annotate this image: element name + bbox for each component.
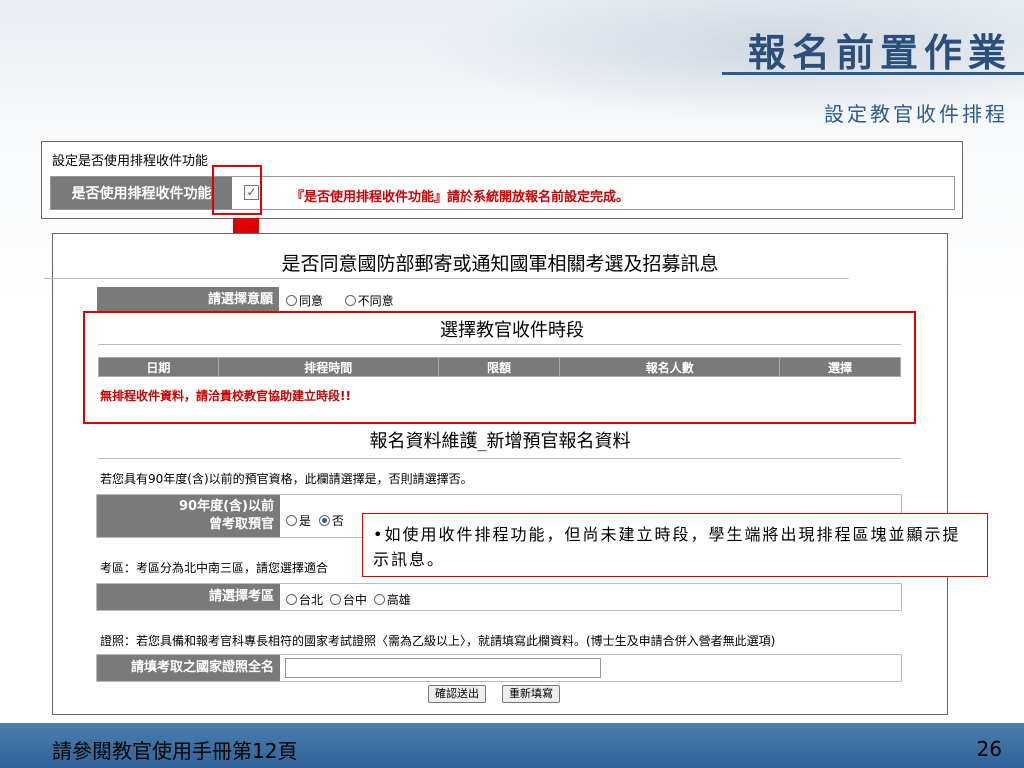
q1-text: 若您具有90年度(含)以前的預官資格，此欄請選擇是，否則請選擇否。	[100, 472, 473, 486]
region-kaohsiung-radio[interactable]	[373, 594, 385, 605]
schedule-setting-panel: 設定是否使用排程收件功能 是否使用排程收件功能 ✓ 『是否使用排程收件功能』請於…	[41, 141, 963, 219]
col-select: 選擇	[779, 357, 901, 377]
q1-no-label: 否	[331, 514, 344, 528]
col-count: 報名人數	[559, 357, 781, 377]
q1-label-line2: 曾考取預官	[208, 517, 274, 532]
region-taipei-radio[interactable]	[286, 594, 297, 605]
q1-yes-label: 是	[299, 514, 312, 528]
footer-bar: 請參閱教官使用手冊第12頁 26	[0, 723, 1024, 768]
region-taichung-radio[interactable]	[329, 594, 341, 605]
q1-row-label: 90年度(含)以前 曾考取預官	[97, 495, 280, 537]
col-quota: 限額	[437, 357, 561, 377]
cert-text: 證照：若您具備和報考官科專長相符的國家考試證照〈需為乙級以上〉，就請填寫此欄資料…	[100, 634, 776, 648]
schedule-setting-row: 是否使用排程收件功能 ✓ 『是否使用排程收件功能』請於系統開放報名前設定完成。	[50, 176, 955, 210]
region-text: 考區：考區分為北中南三區，請您選擇適合	[100, 561, 329, 575]
col-date: 日期	[98, 357, 219, 377]
period-table: 日期 排程時間 限額 報名人數 選擇	[98, 357, 901, 377]
checkbox-highlight-box	[212, 165, 262, 215]
consent-disagree-radio[interactable]	[344, 295, 356, 306]
page-number: 26	[976, 737, 1002, 761]
region-options: 台北 台中 高雄	[286, 591, 411, 608]
region-row-label: 請選擇考區	[97, 584, 280, 610]
col-time: 排程時間	[217, 357, 439, 377]
submit-button[interactable]: 確認送出	[428, 685, 486, 703]
region-taipei-label: 台北	[299, 593, 324, 607]
q1-options: 是 否	[286, 512, 344, 529]
slide-subtitle: 設定教官收件排程	[824, 102, 1008, 126]
consent-heading: 是否同意國防部郵寄或通知國軍相關考選及招募訊息	[281, 253, 719, 275]
schedule-setting-label: 設定是否使用排程收件功能	[52, 154, 209, 169]
period-table-header: 日期 排程時間 限額 報名人數 選擇	[98, 357, 901, 377]
reset-button[interactable]: 重新填寫	[502, 685, 560, 703]
q1-no-radio[interactable]	[318, 515, 330, 526]
consent-row-label: 請選擇意願	[97, 287, 279, 313]
callout-note: •如使用收件排程功能，但尚未建立時段，學生端將出現排程區塊並顯示提示訊息。	[362, 513, 988, 577]
period-heading: 選擇教官收件時段	[440, 320, 584, 341]
q1-label-line1: 90年度(含)以前	[179, 499, 274, 514]
divider	[44, 278, 849, 279]
cert-row-label: 請填考取之國家證照全名	[97, 655, 280, 681]
title-underline	[722, 72, 1024, 75]
footer-reference: 請參閱教官使用手冊第12頁	[52, 739, 298, 763]
divider	[98, 458, 901, 459]
consent-options: 同意 不同意	[286, 292, 394, 309]
schedule-setting-row-label: 是否使用排程收件功能	[51, 177, 232, 209]
schedule-setting-note: 『是否使用排程收件功能』請於系統開放報名前設定完成。	[291, 190, 630, 205]
q1-yes-radio[interactable]	[286, 515, 297, 526]
slide-title: 報名前置作業	[747, 30, 1012, 75]
no-schedule-message: 無排程收件資料，請洽貴校教官協助建立時段!!	[100, 389, 351, 403]
divider	[98, 344, 901, 345]
consent-agree-label: 同意	[299, 294, 324, 308]
maintenance-heading: 報名資料維護_新增預官報名資料	[369, 431, 631, 452]
consent-agree-radio[interactable]	[286, 295, 297, 306]
region-kaohsiung-label: 高雄	[386, 593, 411, 607]
region-taichung-label: 台中	[342, 593, 367, 607]
consent-disagree-label: 不同意	[357, 294, 394, 308]
cert-name-input[interactable]	[285, 658, 601, 678]
